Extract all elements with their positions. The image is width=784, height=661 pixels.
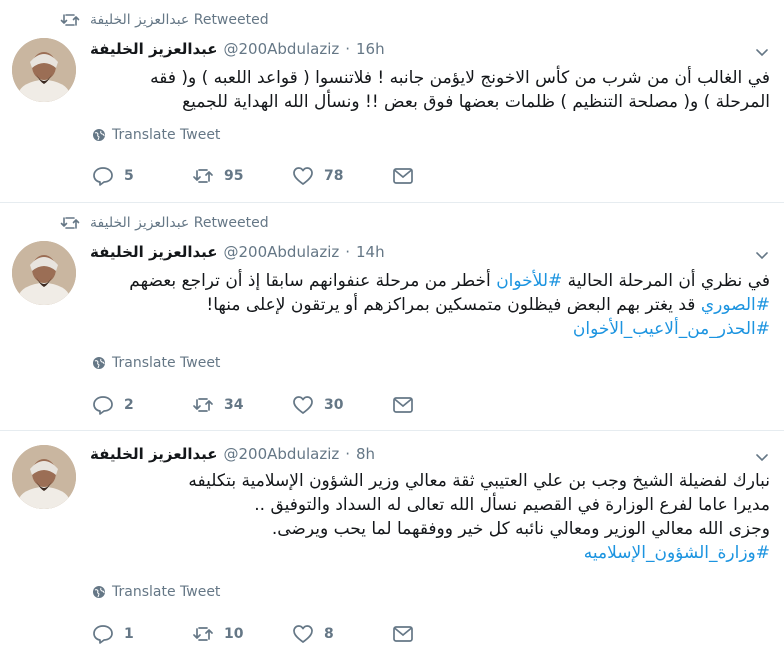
tweet-3[interactable]: عبدالعزيز الخليفة @200Abdulaziz · 8h نبا… xyxy=(0,431,784,661)
tweet-text-line: #الحذر_من_ألاعيب_الأخوان xyxy=(88,317,770,341)
tweet-text-line: مديرا عاما لفرع الوزارة في القصيم نسأل ا… xyxy=(254,495,770,515)
message-icon xyxy=(393,397,413,413)
separator: · xyxy=(345,445,351,463)
globe-icon xyxy=(93,586,105,598)
caret-down-icon[interactable] xyxy=(754,44,770,60)
direct-message-button[interactable] xyxy=(392,166,414,186)
display-name[interactable]: عبدالعزيز الخليفة xyxy=(90,243,218,261)
globe-icon xyxy=(93,129,105,141)
retweet-count: 10 xyxy=(224,626,244,642)
translate-label: Translate Tweet xyxy=(112,355,221,371)
caret-down-icon[interactable] xyxy=(754,449,770,465)
avatar[interactable] xyxy=(12,38,76,102)
tweet-text: في الغالب أن من شرب من كأس الاخونج لايؤم… xyxy=(88,66,770,114)
tweet-actions: 2 34 30 xyxy=(92,395,462,415)
reply-count: 1 xyxy=(124,626,134,642)
retweet-icon xyxy=(193,169,213,183)
tweet-actions: 5 95 78 xyxy=(92,166,462,186)
like-count: 30 xyxy=(324,397,344,413)
tweet-text: نبارك لفضيلة الشيخ وجب بن علي العتيبي ثق… xyxy=(88,469,770,565)
direct-message-button[interactable] xyxy=(392,395,414,415)
translate-label: Translate Tweet xyxy=(112,127,221,143)
retweet-icon xyxy=(193,398,213,412)
caret-down-icon[interactable] xyxy=(754,247,770,263)
message-icon xyxy=(393,626,413,642)
timestamp[interactable]: 8h xyxy=(356,445,375,463)
hashtag-link[interactable]: #الحذر_من_ألاعيب_الأخوان xyxy=(573,319,770,339)
hashtag-link[interactable]: #الصوري xyxy=(701,295,770,315)
reply-button[interactable]: 5 xyxy=(92,166,144,186)
handle[interactable]: @200Abdulaziz xyxy=(224,40,340,58)
message-icon xyxy=(393,168,413,184)
translate-tweet-link[interactable]: Translate Tweet xyxy=(92,584,220,600)
like-button[interactable]: 30 xyxy=(292,395,344,415)
tweet-2[interactable]: عبدالعزيز الخليفة Retweeted عبدالعزيز ال… xyxy=(0,203,784,431)
retweet-context: عبدالعزيز الخليفة Retweeted xyxy=(60,12,269,28)
separator: · xyxy=(345,40,351,58)
display-name[interactable]: عبدالعزيز الخليفة xyxy=(90,445,218,463)
like-count: 78 xyxy=(324,168,344,184)
retweet-context: عبدالعزيز الخليفة Retweeted xyxy=(60,215,269,231)
tweet-text-line: #الصوري قد يغتر بهم البعض فيظلون متمسكين… xyxy=(88,293,770,317)
text-segment: في نظري أن المرحلة الحالية xyxy=(562,271,770,291)
reply-icon xyxy=(93,396,113,415)
tweet-text-line: في نظري أن المرحلة الحالية #للأخوان أخطر… xyxy=(88,269,770,293)
tweet-text-line: في الغالب أن من شرب من كأس الاخونج لايؤم… xyxy=(150,68,770,88)
separator: · xyxy=(345,243,351,261)
tweet-1[interactable]: عبدالعزيز الخليفة Retweeted عبدالعزيز ال… xyxy=(0,0,784,203)
tweet-header: عبدالعزيز الخليفة @200Abdulaziz · 8h xyxy=(90,445,375,463)
tweet-actions: 1 10 8 xyxy=(92,624,462,644)
retweet-button[interactable]: 10 xyxy=(192,624,244,644)
reply-button[interactable]: 1 xyxy=(92,624,144,644)
like-button[interactable]: 8 xyxy=(292,624,344,644)
translate-tweet-link[interactable]: Translate Tweet xyxy=(92,355,220,371)
tweet-header: عبدالعزيز الخليفة @200Abdulaziz · 16h xyxy=(90,40,385,58)
reply-count: 2 xyxy=(124,397,134,413)
tweet-text-line: #وزارة_الشؤون_الإسلاميه xyxy=(88,541,770,565)
tweet-header: عبدالعزيز الخليفة @200Abdulaziz · 14h xyxy=(90,243,385,261)
display-name[interactable]: عبدالعزيز الخليفة xyxy=(90,40,218,58)
tweet-text-line: وجزى الله معالي الوزير ومعالي نائبه كل خ… xyxy=(271,519,770,539)
translate-label: Translate Tweet xyxy=(112,584,221,600)
hashtag-link[interactable]: #للأخوان xyxy=(496,271,562,291)
tweet-text: في نظري أن المرحلة الحالية #للأخوان أخطر… xyxy=(88,269,770,341)
avatar[interactable] xyxy=(12,445,76,509)
timestamp[interactable]: 16h xyxy=(356,40,385,58)
reply-icon xyxy=(93,625,113,644)
retweet-icon xyxy=(60,14,80,26)
retweet-count: 95 xyxy=(224,168,244,184)
tweet-text-line: المرحلة ) و( مصلحة التنظيم ) ظلمات بعضها… xyxy=(182,92,770,112)
retweeted-by-label[interactable]: عبدالعزيز الخليفة Retweeted xyxy=(90,215,269,231)
like-count: 8 xyxy=(324,626,334,642)
hashtag-link[interactable]: #وزارة_الشؤون_الإسلاميه xyxy=(584,543,770,563)
direct-message-button[interactable] xyxy=(392,624,414,644)
retweet-button[interactable]: 34 xyxy=(192,395,244,415)
text-segment: أخطر من مرحلة عنفوانهم سابقا إذ أن تراجع… xyxy=(129,271,497,291)
retweet-count: 34 xyxy=(224,397,244,413)
avatar[interactable] xyxy=(12,241,76,305)
retweet-icon xyxy=(60,217,80,229)
like-icon xyxy=(293,396,313,414)
text-segment: قد يغتر بهم البعض فيظلون متمسكين بمراكزه… xyxy=(206,295,701,315)
handle[interactable]: @200Abdulaziz xyxy=(224,445,340,463)
like-button[interactable]: 78 xyxy=(292,166,344,186)
like-icon xyxy=(293,167,313,185)
handle[interactable]: @200Abdulaziz xyxy=(224,243,340,261)
tweet-text-line: نبارك لفضيلة الشيخ وجب بن علي العتيبي ثق… xyxy=(188,471,770,491)
translate-tweet-link[interactable]: Translate Tweet xyxy=(92,127,220,143)
globe-icon xyxy=(93,357,105,369)
timestamp[interactable]: 14h xyxy=(356,243,385,261)
reply-button[interactable]: 2 xyxy=(92,395,144,415)
retweet-button[interactable]: 95 xyxy=(192,166,244,186)
reply-icon xyxy=(93,167,113,186)
retweet-icon xyxy=(193,627,213,641)
reply-count: 5 xyxy=(124,168,134,184)
retweeted-by-label[interactable]: عبدالعزيز الخليفة Retweeted xyxy=(90,12,269,28)
like-icon xyxy=(293,625,313,643)
